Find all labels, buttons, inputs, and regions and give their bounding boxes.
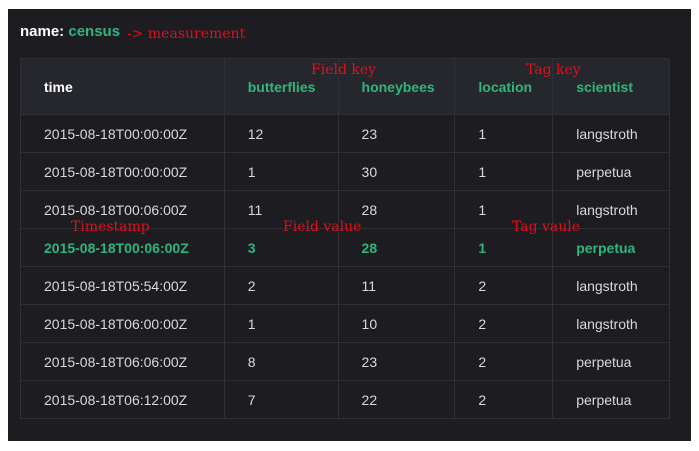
field-key-annotation: Field key xyxy=(311,62,377,78)
timestamp-annotation: Timestamp xyxy=(71,219,150,235)
time-cell: 2015-08-18T05:54:00Z xyxy=(20,266,225,305)
scientist-cell: langstroth xyxy=(552,114,670,153)
honeybees-cell: 23 xyxy=(337,342,456,381)
butterflies-cell: 12 xyxy=(223,114,339,153)
scientist-cell: perpetua xyxy=(552,380,670,419)
location-cell: 2 xyxy=(454,266,554,305)
tag-value-annotation: Tag vaule xyxy=(512,219,581,235)
table-row[interactable]: 2015-08-18T00:00:00Z 12 23 1 langstroth xyxy=(20,114,670,153)
time-cell: 2015-08-18T06:12:00Z xyxy=(20,380,225,419)
location-cell: 2 xyxy=(454,380,554,419)
table-row[interactable]: 2015-08-18T00:00:00Z 1 30 1 perpetua xyxy=(20,152,670,191)
column-header-time[interactable]: time xyxy=(20,58,225,115)
butterflies-cell: 8 xyxy=(223,342,339,381)
location-cell: 2 xyxy=(454,304,554,343)
time-cell: 2015-08-18T06:00:00Z xyxy=(20,304,225,343)
table-row[interactable]: 2015-08-18T06:12:00Z 7 22 2 perpetua xyxy=(20,380,670,419)
table-body: 2015-08-18T00:00:00Z 12 23 1 langstroth 2015-… xyxy=(20,114,670,419)
measurement-value: census xyxy=(68,23,121,40)
butterflies-cell: 1 xyxy=(223,152,339,191)
scientist-cell: perpetua xyxy=(552,152,670,191)
location-cell: 2 xyxy=(454,342,554,381)
butterflies-cell: 1 xyxy=(223,304,339,343)
butterflies-cell: 2 xyxy=(223,266,339,305)
measurement-annotation: -> measurement xyxy=(127,26,246,42)
table-row[interactable]: 2015-08-18T06:00:00Z 1 10 2 langstroth xyxy=(20,304,670,343)
time-cell: 2015-08-18T00:00:00Z xyxy=(20,152,225,191)
honeybees-cell: 10 xyxy=(337,304,456,343)
results-table: time butterflies honeybees location scie… xyxy=(20,58,670,419)
time-cell: 2015-08-18T00:00:00Z xyxy=(20,114,225,153)
scientist-cell: perpetua xyxy=(552,342,670,381)
table-row[interactable]: 2015-08-18T05:54:00Z 2 11 2 langstroth xyxy=(20,266,670,305)
honeybees-cell: 23 xyxy=(337,114,456,153)
location-cell: 1 xyxy=(454,114,554,153)
scientist-cell: langstroth xyxy=(552,304,670,343)
location-cell: 1 xyxy=(454,152,554,191)
honeybees-cell: 11 xyxy=(337,266,456,305)
time-cell: 2015-08-18T06:06:00Z xyxy=(20,342,225,381)
honeybees-cell: 30 xyxy=(337,152,456,191)
scientist-cell: langstroth xyxy=(552,266,670,305)
name-label: name: xyxy=(20,23,65,40)
honeybees-cell: 22 xyxy=(337,380,456,419)
field-value-annotation: Field value xyxy=(283,219,362,235)
measurement-name: name: census xyxy=(20,23,120,40)
table-row[interactable]: 2015-08-18T06:06:00Z 8 23 2 perpetua xyxy=(20,342,670,381)
tag-key-annotation: Tag key xyxy=(526,62,581,78)
butterflies-cell: 7 xyxy=(223,380,339,419)
